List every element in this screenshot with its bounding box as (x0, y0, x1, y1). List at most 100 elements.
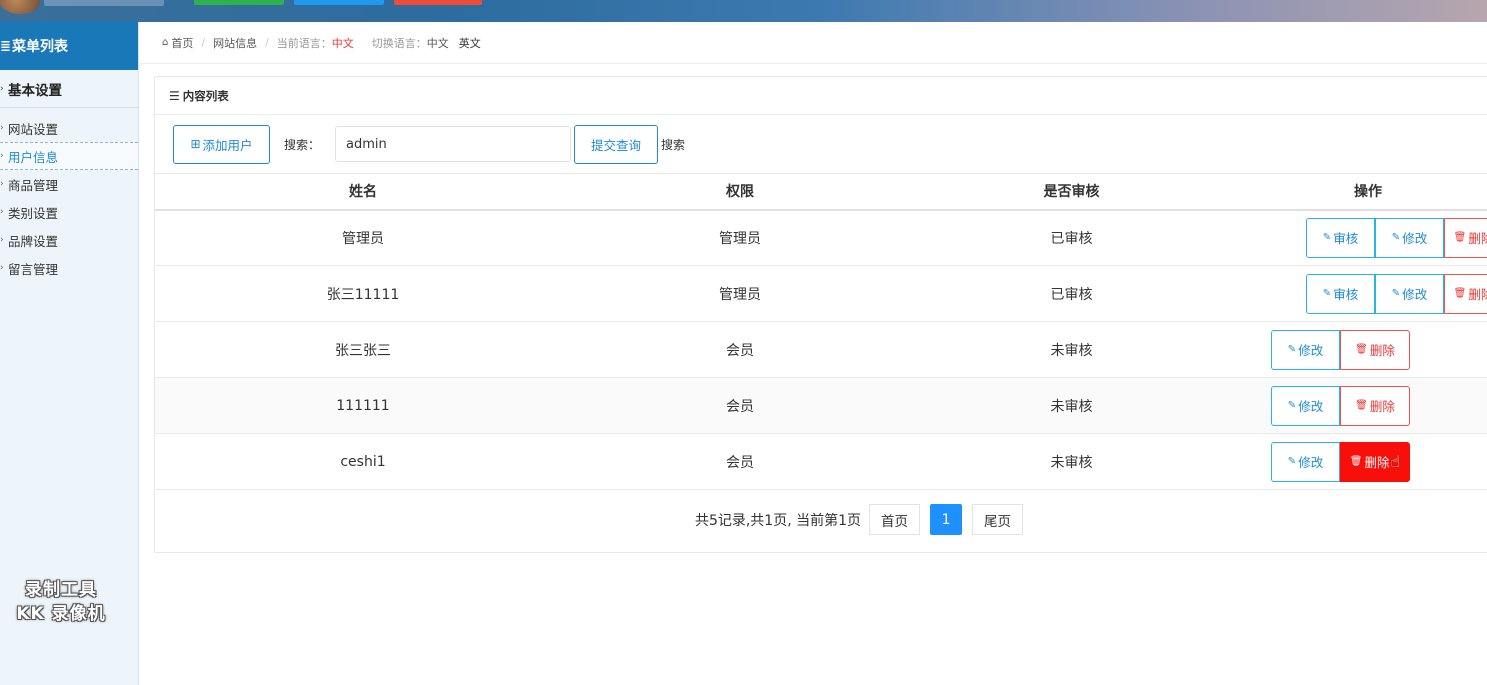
list-icon: ☰ (169, 88, 180, 103)
delete-button[interactable]: 🗑删除 (1340, 385, 1410, 426)
sidebar-item-site-settings[interactable]: › 网站设置 (0, 114, 138, 142)
bullet-icon: › (0, 207, 4, 217)
table-row: 111111 会员 未审核 ✎ 修改 🗑 删除 (155, 377, 1487, 434)
column-header-name: 姓名 (155, 173, 571, 211)
delete-label: 删除 (1468, 231, 1487, 247)
sidebar-item-label: 留言管理 (8, 261, 59, 277)
edit-button[interactable]: ✎ 修改 (1375, 217, 1444, 258)
audit-button[interactable]: ✎ 审核 (1306, 217, 1375, 258)
cell-actions: ✎审核 ✎修改 🗑删除 (1234, 265, 1487, 322)
add-user-label: 添加用户 (202, 137, 253, 153)
table-row: 张三张三 会员 未审核 ✎ 修改 🗑 删除 (155, 321, 1487, 378)
cell-name: 张三张三 (155, 321, 571, 378)
edit-icon: ✎ (1287, 456, 1297, 467)
top-green-button[interactable] (194, 0, 284, 5)
bullet-icon: › (0, 151, 4, 161)
current-language-label: 当前语言： (276, 36, 332, 50)
sidebar-group-basic-settings[interactable]: › 基本设置 (0, 70, 138, 108)
delete-button[interactable]: 🗑 删除 ☝ (1340, 441, 1410, 482)
cell-actions: ✎ 修改 🗑 删除 (1234, 377, 1487, 434)
add-user-button[interactable]: ⊞ 添加用户 (173, 124, 270, 164)
bullet-icon: › (0, 83, 4, 94)
user-table: 姓名 权限 是否审核 操作 管理员 管理员 已审核 ✎审核 ✎修改 🗑删除 (155, 173, 1487, 490)
top-banner (0, 0, 1487, 22)
audit-label: 审核 (1333, 287, 1359, 302)
audit-button[interactable]: ✎ 审核 (1306, 273, 1375, 314)
sidebar-nav: › 网站设置 › 用户信息 › 商品管理 › 类别设置 › 品牌设置 › 留言管… (0, 108, 138, 282)
language-option-en[interactable]: 英文 (459, 35, 481, 51)
edit-label: 修改 (1298, 455, 1324, 470)
search-input[interactable]: admin (335, 126, 572, 162)
sidebar-title: 菜单列表 (12, 39, 68, 55)
sidebar-item-product-management[interactable]: › 商品管理 (0, 170, 138, 198)
column-header-audit-status: 是否审核 (909, 173, 1234, 211)
trash-icon: 🗑 (1453, 288, 1467, 299)
cell-status: 未审核 (909, 321, 1234, 378)
site-logo-text (44, 0, 164, 6)
breadcrumb-current[interactable]: 网站信息 (213, 35, 257, 51)
sidebar-item-label: 网站设置 (8, 121, 59, 137)
bullet-icon: › (0, 263, 4, 273)
edit-icon: ✎ (1287, 344, 1297, 355)
panel-title: 内容列表 (182, 88, 229, 103)
breadcrumb-home[interactable]: 首页 (171, 35, 193, 51)
menu-icon: ≣ (0, 38, 11, 54)
cell-status: 已审核 (909, 265, 1234, 322)
delete-label: 删除 (1369, 399, 1395, 414)
first-page-button[interactable]: 首页 (869, 504, 921, 535)
table-row: 管理员 管理员 已审核 ✎审核 ✎修改 🗑删除 (155, 209, 1487, 266)
edit-button[interactable]: ✎ 修改 (1271, 441, 1340, 482)
bullet-icon: › (0, 235, 4, 245)
watermark-line: KK 录像机 (16, 604, 106, 624)
cell-status: 已审核 (909, 209, 1234, 266)
column-header-actions: 操作 (1234, 173, 1487, 211)
table-row: 张三11111 管理员 已审核 ✎审核 ✎修改 🗑删除 (155, 265, 1487, 322)
sidebar-item-label: 品牌设置 (8, 233, 59, 249)
trash-icon: 🗑 (1453, 232, 1467, 244)
edit-button[interactable]: ✎ 修改 (1271, 385, 1340, 426)
search-text: 搜索 (661, 137, 686, 152)
sidebar-group-label: 基本设置 (8, 82, 62, 99)
trash-icon: 🗑 (1355, 400, 1368, 411)
table-row: ceshi1 会员 未审核 ✎ 修改 🗑 删除 ☝ (155, 433, 1487, 490)
sidebar-item-message-management[interactable]: › 留言管理 (0, 254, 138, 282)
sidebar-item-label: 商品管理 (8, 177, 59, 193)
toolbar: ⊞ 添加用户 搜索： admin 提交查询 搜索 (173, 124, 685, 164)
top-blue-button[interactable] (294, 0, 384, 5)
last-page-button[interactable]: 尾页 (972, 504, 1024, 535)
delete-button[interactable]: 🗑删除 (1444, 217, 1487, 258)
pagination-summary: 共5记录,共1页, 当前第1页 (694, 512, 862, 529)
delete-button[interactable]: 🗑删除 (1340, 329, 1410, 370)
watermark-line: 录制工具 (25, 580, 97, 600)
bullet-icon: › (0, 123, 4, 133)
cell-role: 会员 (571, 321, 909, 378)
edit-label: 修改 (1298, 399, 1324, 414)
edit-button[interactable]: ✎ 修改 (1271, 329, 1340, 370)
column-header-role: 权限 (571, 173, 909, 211)
plus-square-icon: ⊞ (190, 137, 201, 151)
panel-header: ☰ 内容列表 (155, 77, 1487, 115)
delete-button[interactable]: 🗑删除 (1444, 273, 1487, 314)
sidebar-item-user-info[interactable]: › 用户信息 (0, 142, 138, 170)
edit-icon: ✎ (1391, 232, 1401, 244)
table-header-row: 姓名 权限 是否审核 操作 (155, 173, 1487, 211)
search-label: 搜索： (284, 137, 321, 152)
sidebar-item-category-settings[interactable]: › 类别设置 (0, 198, 138, 226)
main-content: ⌂ 首页 / 网站信息 / 当前语言： 中文 切换语言： 中文 英文 ☰ 内容列… (140, 22, 1487, 685)
delete-label: 删除 (1468, 287, 1487, 302)
cell-role: 管理员 (571, 265, 909, 322)
current-page-button[interactable]: 1 (930, 504, 963, 535)
cell-status: 未审核 (909, 433, 1234, 490)
language-option-zh[interactable]: 中文 (427, 35, 449, 51)
trash-icon: 🗑 (1355, 344, 1368, 355)
edit-button[interactable]: ✎ 修改 (1375, 273, 1444, 314)
cell-name: ceshi1 (155, 433, 571, 490)
cell-role: 管理员 (571, 209, 909, 266)
cell-actions: ✎审核 ✎修改 🗑删除 (1234, 209, 1487, 266)
cell-actions: ✎ 修改 🗑 删除 ☝ (1234, 433, 1487, 490)
cell-role: 会员 (571, 377, 909, 434)
submit-query-button[interactable]: 提交查询 (574, 124, 659, 164)
cell-name: 111111 (155, 377, 571, 434)
top-red-button[interactable] (394, 0, 482, 5)
sidebar-item-brand-settings[interactable]: › 品牌设置 (0, 226, 138, 254)
